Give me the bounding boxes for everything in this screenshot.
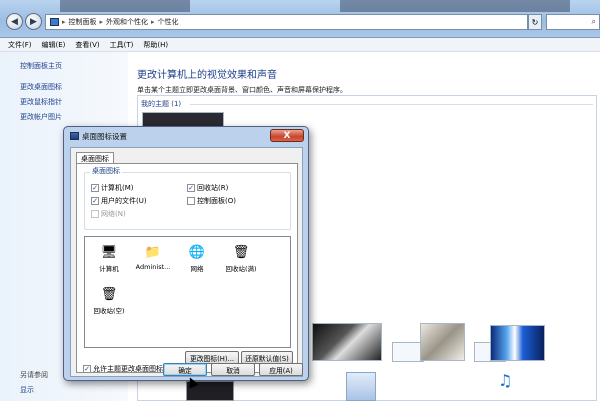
- menu-edit[interactable]: 编辑(E): [42, 40, 66, 50]
- checkbox-mark-icon: ✓: [187, 183, 195, 192]
- close-icon: X: [283, 130, 291, 141]
- checkbox-empty: [187, 197, 195, 205]
- icon-item-computer[interactable]: 🖥 计算机: [87, 243, 131, 274]
- checkbox-label: 用户的文件(U): [101, 197, 147, 205]
- cancel-button[interactable]: 取消: [211, 363, 255, 376]
- see-also-header: 另请参阅: [20, 371, 48, 379]
- forward-arrow-icon: ▶: [30, 16, 37, 27]
- checkbox-label: 网络(N): [101, 210, 126, 218]
- dialog-title: 桌面图标设置: [82, 131, 127, 141]
- network-checkbox: 网络(N): [91, 209, 126, 219]
- my-themes-divider: [190, 104, 593, 105]
- menu-tools[interactable]: 工具(T): [110, 40, 134, 50]
- icon-label: 回收站(满): [225, 265, 257, 273]
- change-desktop-icons-link[interactable]: 更改桌面图标: [20, 82, 62, 92]
- apply-button[interactable]: 应用(A): [259, 363, 303, 376]
- button-label: 更改图标(H)...: [189, 354, 235, 363]
- change-account-picture-link[interactable]: 更改帐户图片: [20, 112, 62, 122]
- icon-item-recycle-bin-empty[interactable]: 🗑 回收站(空): [87, 285, 131, 316]
- tab-panel: 桌面图标 ✓ 计算机(M) ✓ 回收站(R) ✓ 用户的文件(U) 控制面板(O…: [76, 163, 298, 373]
- icon-preview-list: 🖥 计算机 📁 Administ... 🌐 网络 🗑 回收站(满) 🗑 回收站(…: [84, 236, 291, 348]
- theme-thumbnail-blue[interactable]: [490, 325, 545, 361]
- change-mouse-pointer-link[interactable]: 更改鼠标指针: [20, 97, 62, 107]
- allow-themes-checkbox[interactable]: ✓ 允许主题更改桌面图标(L): [83, 364, 172, 374]
- icon-item-user-folder[interactable]: 📁 Administ...: [131, 243, 175, 272]
- button-label: 确定: [178, 366, 192, 375]
- user-files-checkbox[interactable]: ✓ 用户的文件(U): [91, 196, 147, 206]
- checkbox-label: 控制面板(O): [197, 197, 236, 205]
- button-label: 还原默认值(S): [245, 354, 289, 363]
- sounds-icon[interactable]: ♫: [498, 371, 512, 390]
- icon-label: 网络: [190, 265, 204, 273]
- taskbar-thumbnail-strip-right: [340, 0, 570, 12]
- dialog-close-button[interactable]: X: [270, 129, 304, 142]
- icon-label: 回收站(空): [93, 307, 125, 315]
- menu-bar: 文件(F) 编辑(E) 查看(V) 工具(T) 帮助(H): [0, 38, 600, 52]
- ok-button[interactable]: 确定: [163, 363, 207, 376]
- taskbar-thumbnail-strip: [60, 0, 190, 12]
- my-themes-header: 我的主题 (1): [141, 100, 182, 108]
- group-label: 桌面图标: [90, 166, 122, 176]
- address-bar[interactable]: ▸ 控制面板 ▸ 外观和个性化 ▸ 个性化: [45, 14, 528, 30]
- theme-thumbnail-dark[interactable]: [312, 323, 382, 361]
- search-icon: ⌕: [591, 17, 596, 26]
- checkbox-empty: [91, 210, 99, 218]
- tab-label: 桌面图标: [81, 154, 109, 163]
- back-arrow-icon: ◀: [11, 16, 18, 27]
- refresh-button[interactable]: ↻: [528, 14, 542, 30]
- icon-label: 计算机: [99, 265, 119, 273]
- desktop-icon-settings-dialog: 桌面图标设置 X 桌面图标 桌面图标 ✓ 计算机(M) ✓ 回收站(R) ✓ 用…: [63, 126, 309, 381]
- checkbox-mark-icon: ✓: [83, 364, 91, 373]
- checkbox-mark-icon: ✓: [91, 196, 99, 205]
- computer-icon: 🖥: [100, 244, 118, 260]
- breadcrumb-personalization[interactable]: 个性化: [158, 17, 179, 27]
- page-title: 更改计算机上的视觉效果和声音: [137, 70, 277, 81]
- button-label: 应用(A): [269, 366, 293, 375]
- checkbox-label: 允许主题更改桌面图标(L): [93, 365, 173, 373]
- display-settings-icon: [70, 132, 79, 140]
- button-label: 取消: [226, 366, 240, 375]
- control-panel-home-link[interactable]: 控制面板主页: [20, 61, 62, 71]
- page-subtitle: 单击某个主题立即更改桌面背景、窗口颜色、声音和屏幕保护程序。: [137, 86, 347, 94]
- breadcrumb-appearance[interactable]: 外观和个性化: [106, 17, 148, 27]
- checkbox-label: 计算机(M): [101, 184, 134, 192]
- icon-item-recycle-bin-full[interactable]: 🗑 回收站(满): [219, 243, 263, 274]
- menu-view[interactable]: 查看(V): [75, 40, 99, 50]
- dialog-body: 桌面图标 桌面图标 ✓ 计算机(M) ✓ 回收站(R) ✓ 用户的文件(U) 控…: [70, 147, 303, 377]
- address-separator: ▸: [62, 18, 66, 26]
- user-folder-icon: 📁: [144, 244, 162, 260]
- forward-button[interactable]: ▶: [25, 13, 42, 30]
- checkbox-label: 回收站(R): [197, 184, 229, 192]
- search-input[interactable]: ⌕: [546, 14, 600, 30]
- back-button[interactable]: ◀: [6, 13, 23, 30]
- menu-file[interactable]: 文件(F): [8, 40, 32, 50]
- theme-thumbnail-light[interactable]: [420, 323, 465, 361]
- menu-help[interactable]: 帮助(H): [143, 40, 168, 50]
- checkbox-mark-icon: ✓: [91, 183, 99, 192]
- recycle-bin-checkbox[interactable]: ✓ 回收站(R): [187, 183, 228, 193]
- icon-item-network[interactable]: 🌐 网络: [175, 243, 219, 274]
- recycle-bin-empty-icon: 🗑: [100, 286, 118, 302]
- control-panel-icon: [50, 18, 59, 26]
- recycle-bin-full-icon: 🗑: [232, 244, 250, 260]
- window-color-icon[interactable]: [346, 372, 376, 401]
- refresh-icon: ↻: [531, 17, 539, 27]
- display-link[interactable]: 显示: [20, 385, 34, 395]
- network-icon: 🌐: [188, 244, 206, 260]
- address-separator: ▸: [99, 18, 104, 26]
- address-separator: ▸: [151, 18, 155, 26]
- icon-label: Administ...: [135, 263, 171, 271]
- breadcrumb-control-panel[interactable]: 控制面板: [69, 17, 97, 27]
- computer-checkbox[interactable]: ✓ 计算机(M): [91, 183, 134, 193]
- control-panel-checkbox[interactable]: 控制面板(O): [187, 196, 236, 206]
